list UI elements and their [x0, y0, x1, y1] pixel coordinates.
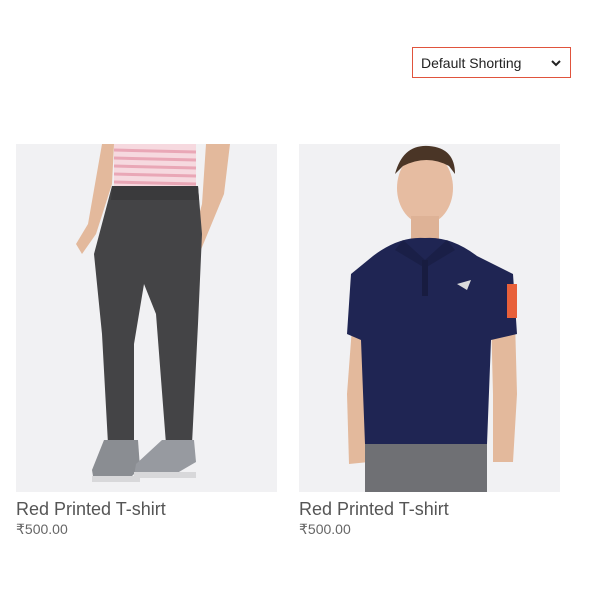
- product-name[interactable]: Red Printed T-shirt: [16, 498, 277, 520]
- product-card[interactable]: Red Printed T-shirt ₹500.00: [16, 144, 277, 538]
- chevron-down-icon: [550, 57, 562, 69]
- polo-tshirt-image[interactable]: [299, 144, 560, 492]
- product-price: ₹500.00: [16, 521, 68, 537]
- sort-dropdown[interactable]: Default Shorting: [412, 47, 571, 78]
- product-name[interactable]: Red Printed T-shirt: [299, 498, 560, 520]
- product-card[interactable]: Red Printed T-shirt ₹500.00: [299, 144, 560, 538]
- product-price: ₹500.00: [299, 521, 351, 537]
- jogger-pants-image[interactable]: [16, 144, 277, 492]
- sort-selected-value: Default Shorting: [421, 54, 522, 71]
